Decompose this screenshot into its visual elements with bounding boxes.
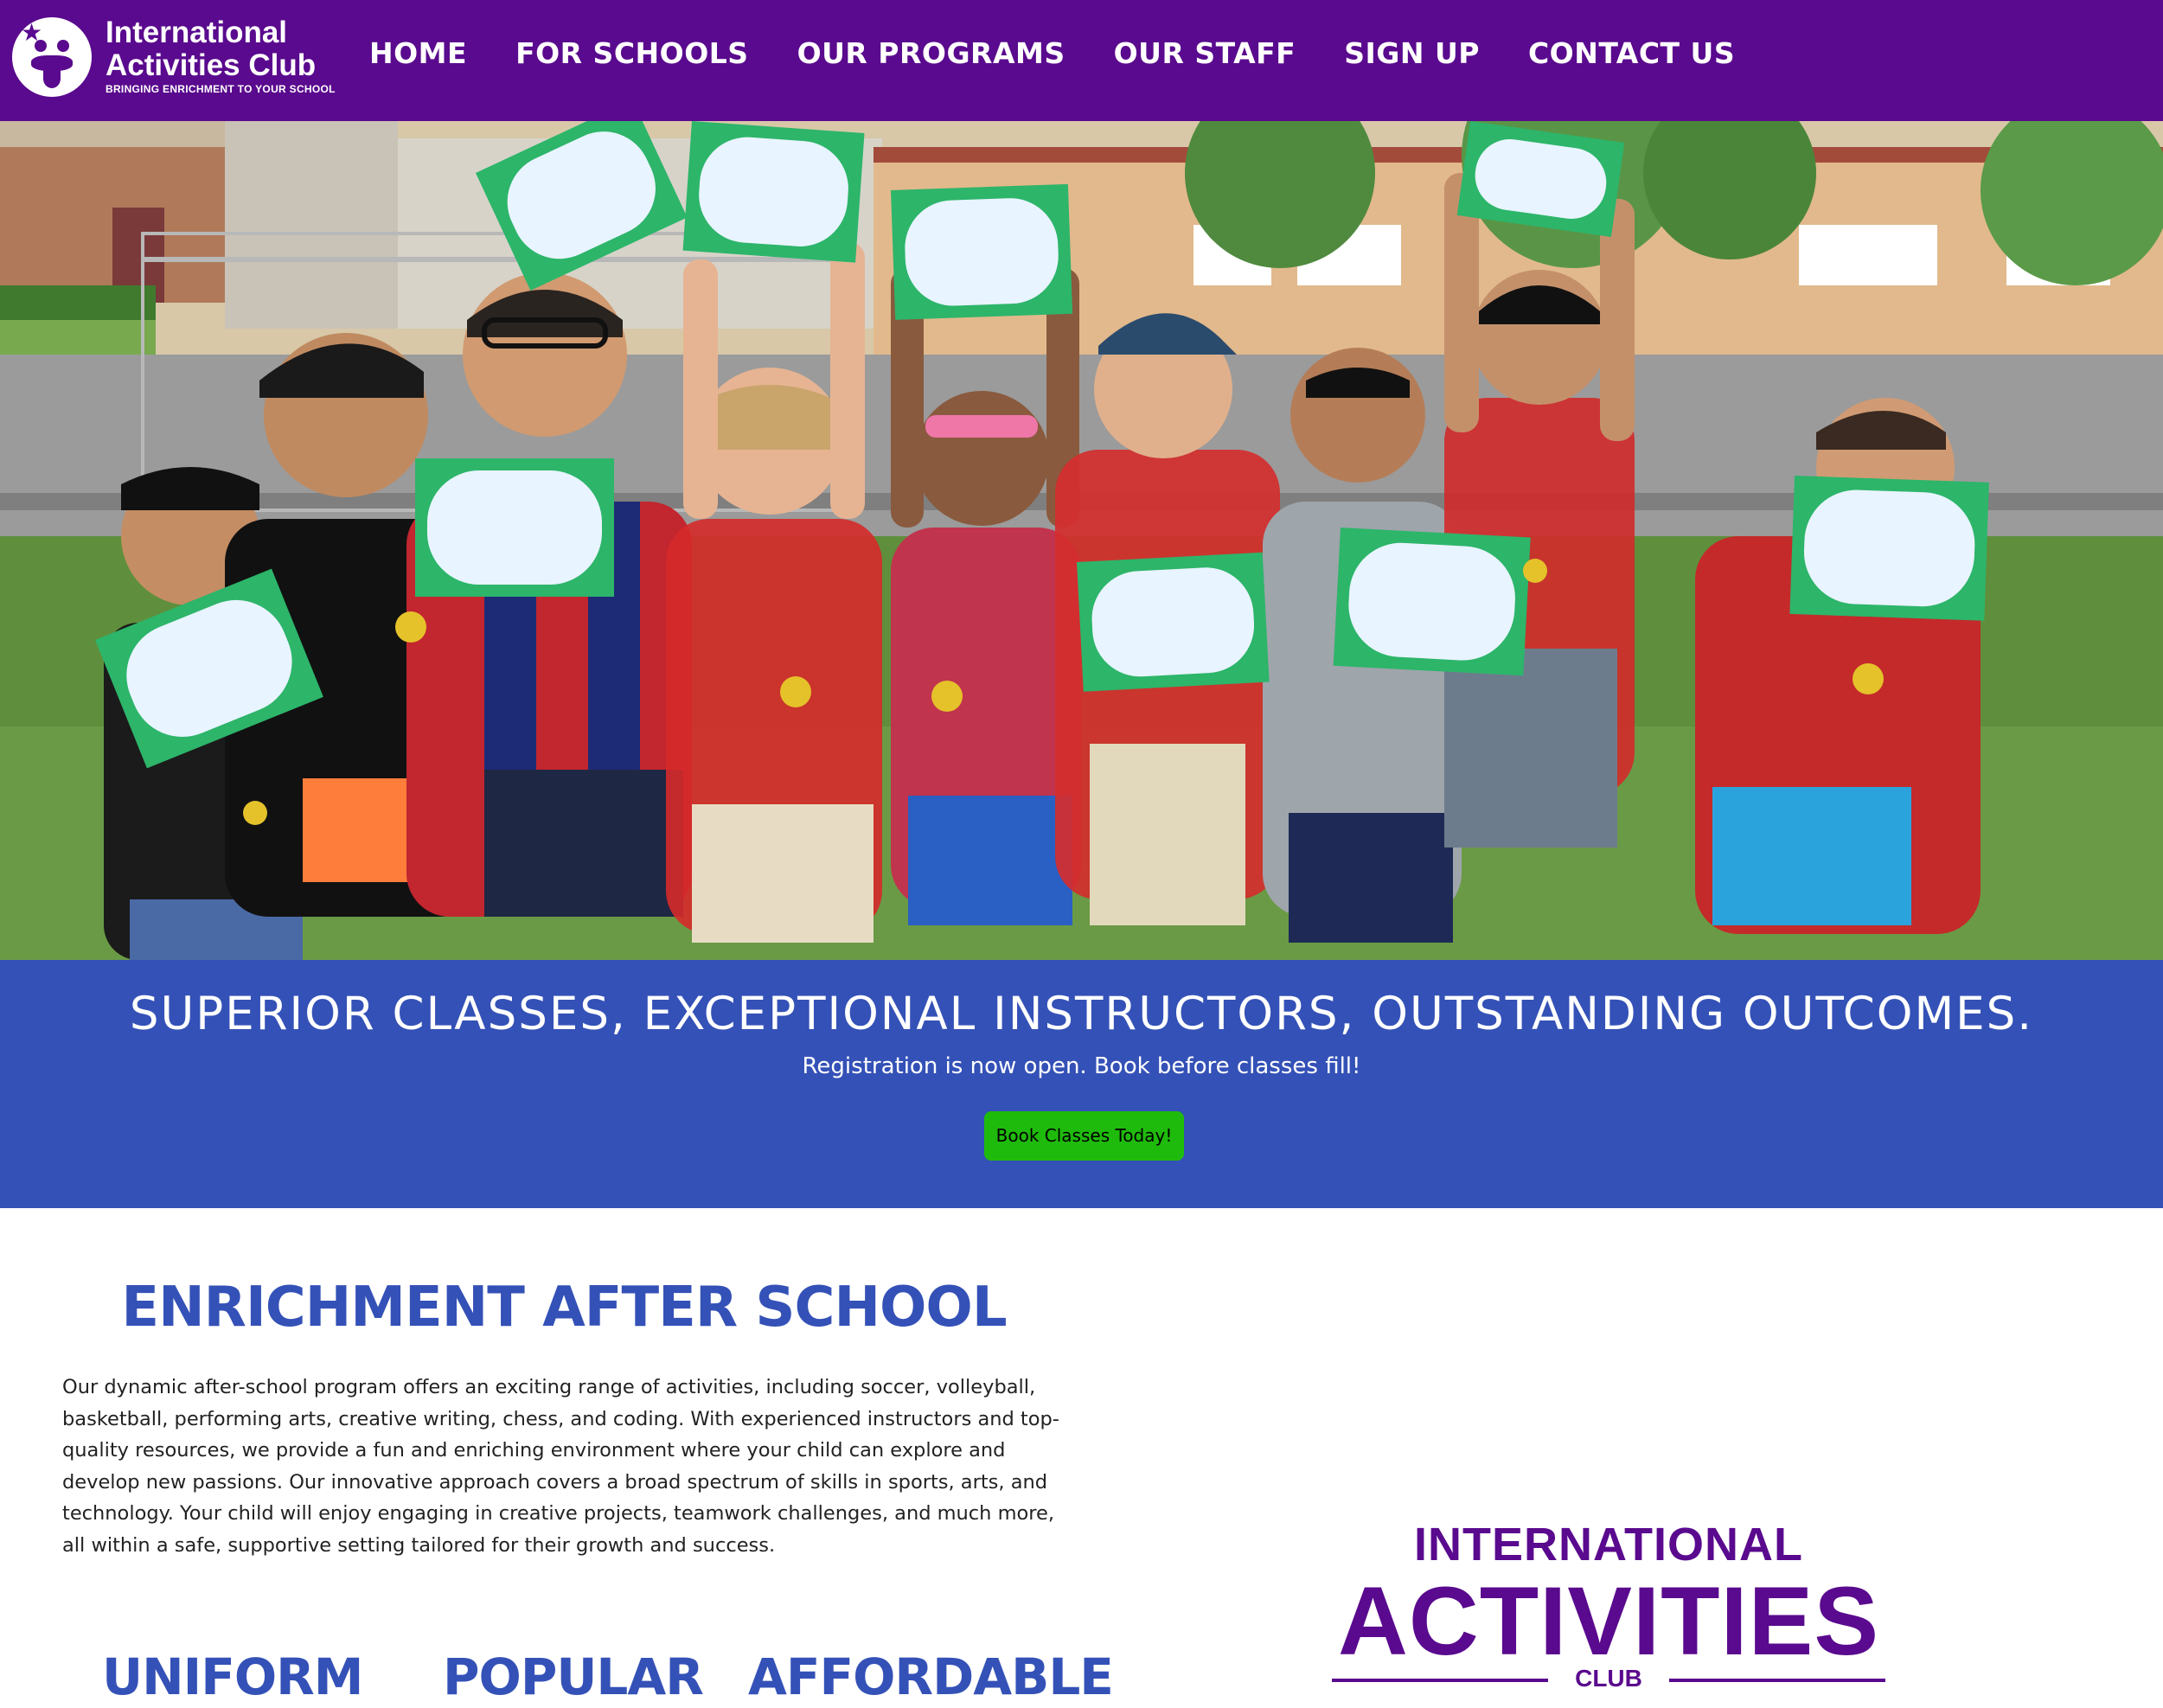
logo-name-line1: International [106, 16, 288, 49]
logo-tagline: BRINGING ENRICHMENT TO YOUR SCHOOL [106, 83, 336, 95]
promo-banner: SUPERIOR CLASSES, EXCEPTIONAL INSTRUCTOR… [0, 960, 2163, 1208]
hero-photo [0, 121, 2163, 960]
site-logo[interactable]: ★ International Activities Club BRINGING… [12, 16, 335, 102]
feature-popular: POPULAR [443, 1647, 704, 1706]
book-classes-button[interactable]: Book Classes Today! [984, 1111, 1184, 1161]
main-nav: HOME FOR SCHOOLS OUR PROGRAMS OUR STAFF … [369, 31, 1783, 74]
wordmark-rule-right [1669, 1679, 1885, 1682]
banner-title: SUPERIOR CLASSES, EXCEPTIONAL INSTRUCTOR… [129, 988, 2034, 1040]
wordmark-line1: INTERNATIONAL [1414, 1519, 1803, 1570]
enrichment-body: Our dynamic after-school program offers … [62, 1376, 1059, 1557]
iac-wordmark-logo: INTERNATIONAL ACTIVITIES CLUB [1297, 1518, 1920, 1708]
enrichment-title: ENRICHMENT AFTER SCHOOL [121, 1276, 1007, 1340]
feature-uniform: UNIFORM [102, 1647, 364, 1706]
wordmark-line2: ACTIVITIES [1337, 1567, 1880, 1675]
nav-home[interactable]: HOME [369, 36, 467, 70]
iac-logo-icon: ★ [12, 17, 92, 97]
feature-affordable: AFFORDABLE [748, 1647, 1114, 1706]
nav-for-schools[interactable]: FOR SCHOOLS [515, 36, 749, 70]
hero-photo-illustration [0, 121, 2163, 960]
site-header: ★ International Activities Club BRINGING… [0, 0, 2163, 121]
logo-name-line2: Activities Club [106, 48, 317, 82]
banner-subtitle: Registration is now open. Book before cl… [802, 1053, 1361, 1079]
nav-contact-us[interactable]: CONTACT US [1528, 36, 1735, 70]
nav-sign-up[interactable]: SIGN UP [1344, 36, 1480, 70]
nav-our-staff[interactable]: OUR STAFF [1114, 36, 1296, 70]
nav-our-programs[interactable]: OUR PROGRAMS [797, 36, 1066, 70]
